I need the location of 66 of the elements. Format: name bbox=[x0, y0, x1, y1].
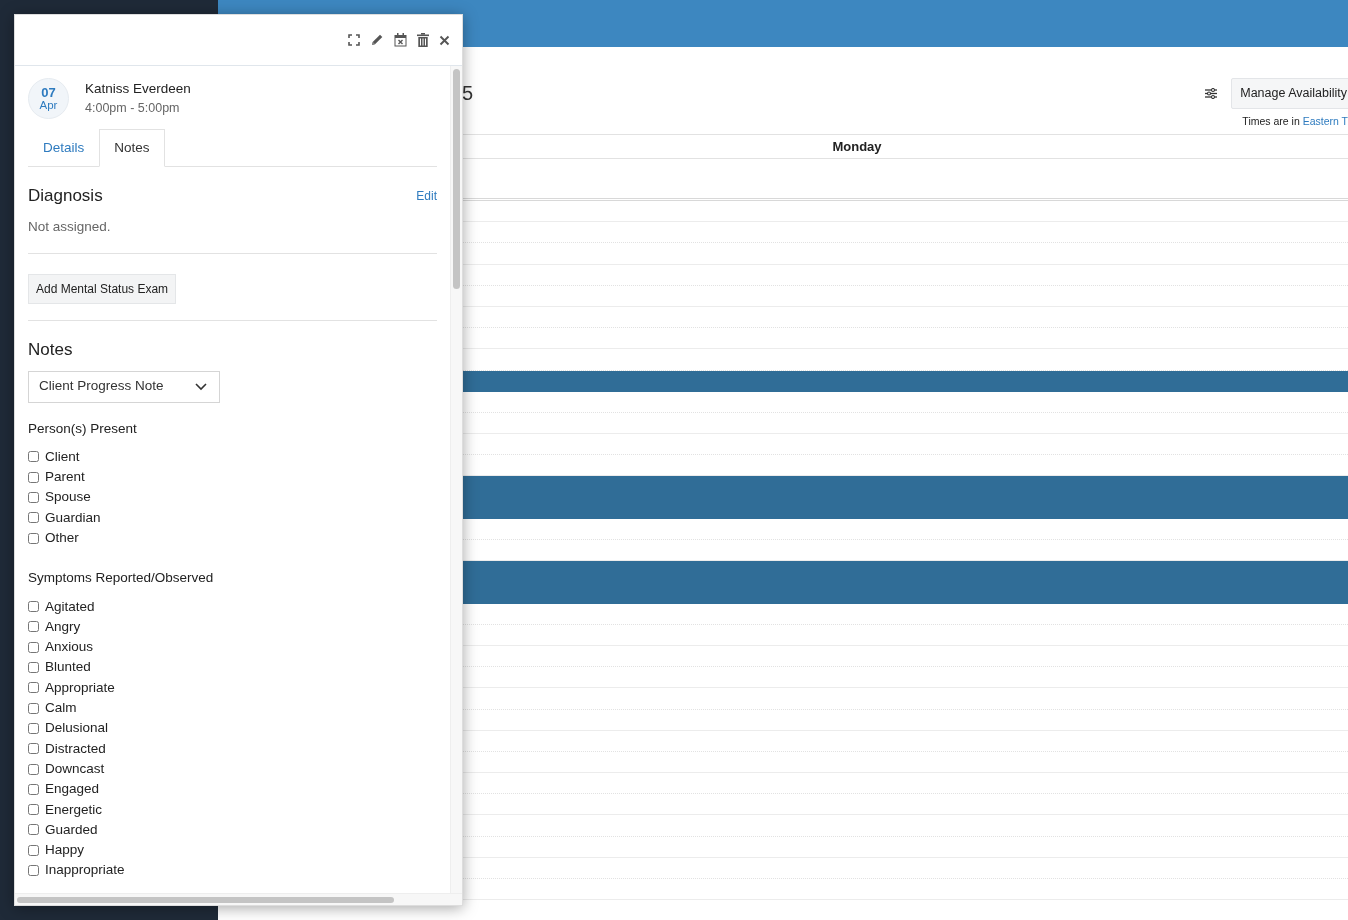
checkbox[interactable] bbox=[28, 471, 39, 483]
diagnosis-value: Not assigned. bbox=[28, 217, 112, 236]
checkbox-label: Other bbox=[45, 530, 79, 547]
checkbox-label: Appropriate bbox=[45, 679, 115, 696]
group-label: Symptoms Reported/Observed bbox=[28, 569, 215, 588]
section-heading: Diagnosis bbox=[28, 185, 103, 208]
add-mental-status-exam-button[interactable]: Add Mental Status Exam bbox=[28, 274, 177, 304]
checkbox-label: Downcast bbox=[45, 760, 105, 778]
appointment-time: 4:00pm - 5:00pm bbox=[85, 100, 181, 118]
expand-icon[interactable] bbox=[348, 34, 360, 46]
date-month: Apr bbox=[39, 99, 58, 112]
checkbox-label: Agitated bbox=[45, 598, 95, 615]
manage-availability-button[interactable]: Manage Availability bbox=[1231, 78, 1348, 109]
checkbox[interactable] bbox=[28, 662, 39, 673]
filter-icon[interactable] bbox=[1205, 87, 1218, 99]
checkbox[interactable] bbox=[28, 532, 39, 544]
checkbox[interactable] bbox=[28, 512, 39, 524]
checkbox[interactable] bbox=[28, 824, 39, 836]
checkbox[interactable] bbox=[28, 804, 39, 816]
group-label: Person(s) Present bbox=[28, 419, 138, 438]
checkbox-label: Distracted bbox=[45, 740, 106, 757]
checkbox-label: Anxious bbox=[45, 639, 94, 656]
checkbox-label: Parent bbox=[45, 469, 85, 486]
checkbox[interactable] bbox=[28, 865, 39, 876]
checkbox[interactable] bbox=[28, 844, 39, 856]
checkbox-label: Spouse bbox=[45, 489, 91, 506]
calendar-cancel-icon[interactable] bbox=[394, 33, 407, 47]
checkbox[interactable] bbox=[28, 451, 39, 463]
delete-icon[interactable] bbox=[417, 33, 429, 47]
edit-icon[interactable] bbox=[370, 33, 384, 47]
close-icon[interactable] bbox=[439, 34, 450, 46]
checkbox[interactable] bbox=[28, 682, 39, 694]
vertical-scrollbar[interactable] bbox=[450, 66, 462, 893]
checkbox[interactable] bbox=[28, 641, 39, 653]
checkbox-label: Energetic bbox=[45, 801, 103, 818]
checkbox[interactable] bbox=[28, 492, 39, 503]
checkbox-label: Calm bbox=[45, 700, 77, 717]
horizontal-scrollbar[interactable] bbox=[15, 893, 462, 905]
checkbox-label: Happy bbox=[45, 842, 85, 859]
calendar-title: 5 bbox=[462, 81, 474, 106]
checkbox[interactable] bbox=[28, 722, 39, 734]
checkbox-label: Guardian bbox=[45, 509, 101, 526]
tab[interactable]: Details bbox=[28, 129, 100, 168]
client-name: Katniss Everdeen bbox=[85, 80, 191, 98]
tab[interactable]: Notes bbox=[99, 129, 165, 168]
checkbox-label: Blunted bbox=[45, 659, 91, 676]
section-heading: Notes bbox=[28, 339, 74, 361]
checkbox[interactable] bbox=[28, 763, 39, 775]
checkbox-label: Client bbox=[45, 448, 80, 465]
edit-link[interactable]: Edit bbox=[416, 187, 437, 205]
checkbox[interactable] bbox=[28, 743, 39, 755]
timezone-note: Times are in Eastern T bbox=[1242, 114, 1348, 129]
checkbox-label: Guarded bbox=[45, 821, 98, 838]
checkbox-label: Delusional bbox=[45, 720, 109, 737]
checkbox-label: Inappropriate bbox=[45, 862, 125, 879]
checkbox[interactable] bbox=[28, 621, 39, 633]
date-day: 07 bbox=[41, 85, 56, 100]
day-header: Monday bbox=[832, 137, 882, 156]
checkbox-label: Engaged bbox=[45, 781, 100, 798]
checkbox[interactable] bbox=[28, 783, 39, 795]
checkbox-label: Angry bbox=[45, 618, 81, 635]
timezone-link[interactable]: Eastern T bbox=[1302, 115, 1348, 127]
checkbox[interactable] bbox=[28, 702, 39, 714]
chevron-down-icon bbox=[195, 382, 207, 391]
checkbox[interactable] bbox=[28, 601, 39, 613]
note-template-select[interactable]: Client Progress Note bbox=[28, 370, 220, 403]
